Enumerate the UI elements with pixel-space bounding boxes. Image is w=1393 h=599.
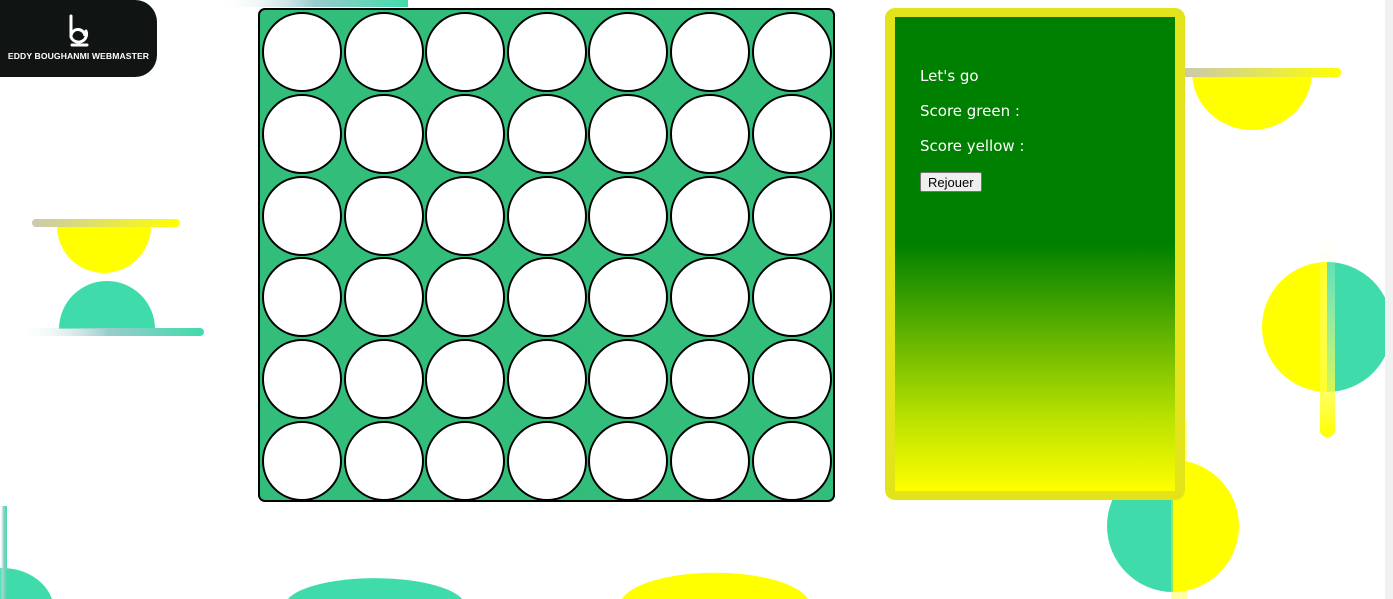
- board-cell[interactable]: [343, 257, 424, 338]
- board-cell[interactable]: [751, 175, 832, 256]
- board-cell[interactable]: [588, 421, 669, 501]
- board-cell[interactable]: [343, 421, 424, 501]
- board-cell[interactable]: [588, 175, 669, 256]
- board-cell[interactable]: [506, 257, 587, 338]
- board-cell[interactable]: [670, 93, 750, 174]
- board-cell[interactable]: [343, 339, 424, 420]
- board-cell[interactable]: [506, 339, 587, 420]
- score-green: Score green :: [920, 102, 1020, 120]
- board-cell[interactable]: [506, 12, 587, 92]
- game-status: Let's go: [920, 67, 979, 85]
- board-cell[interactable]: [588, 339, 669, 420]
- board-cell[interactable]: [588, 12, 669, 92]
- board-cell[interactable]: [425, 339, 506, 420]
- board-cell[interactable]: [425, 421, 506, 501]
- board-cell[interactable]: [670, 421, 750, 501]
- score-panel-inner: Let's go Score green : Score yellow : Re…: [895, 17, 1175, 491]
- board-cell[interactable]: [343, 12, 424, 92]
- board-cell[interactable]: [262, 421, 342, 501]
- logo-text: EDDY BOUGHANMI WEBMASTER: [7, 51, 150, 61]
- board-cell[interactable]: [670, 257, 750, 338]
- board-cell[interactable]: [262, 12, 342, 92]
- board-cell[interactable]: [343, 93, 424, 174]
- board-cell[interactable]: [751, 12, 832, 92]
- board-cell[interactable]: [506, 421, 587, 501]
- board-cell[interactable]: [262, 93, 342, 174]
- board-cell[interactable]: [670, 175, 750, 256]
- board-cell[interactable]: [262, 175, 342, 256]
- score-panel: Let's go Score green : Score yellow : Re…: [885, 8, 1185, 500]
- logo-mark-icon: [69, 14, 89, 47]
- board-cell[interactable]: [262, 339, 342, 420]
- board-cell[interactable]: [343, 175, 424, 256]
- board-cell[interactable]: [588, 93, 669, 174]
- board-cell[interactable]: [588, 257, 669, 338]
- board-cell[interactable]: [751, 257, 832, 338]
- board-cell[interactable]: [506, 93, 587, 174]
- score-yellow: Score yellow :: [920, 137, 1025, 155]
- board-cell[interactable]: [506, 175, 587, 256]
- board-cell[interactable]: [751, 93, 832, 174]
- replay-button[interactable]: Rejouer: [920, 172, 982, 192]
- board-cell[interactable]: [751, 421, 832, 501]
- board-cell[interactable]: [670, 12, 750, 92]
- game-board: [258, 8, 835, 502]
- board-cell[interactable]: [262, 257, 342, 338]
- logo: EDDY BOUGHANMI WEBMASTER: [0, 0, 157, 77]
- board-cell[interactable]: [425, 257, 506, 338]
- board-cell[interactable]: [425, 93, 506, 174]
- board-cell[interactable]: [751, 339, 832, 420]
- board-cell[interactable]: [670, 339, 750, 420]
- board-cell[interactable]: [425, 175, 506, 256]
- board-cell[interactable]: [425, 12, 506, 92]
